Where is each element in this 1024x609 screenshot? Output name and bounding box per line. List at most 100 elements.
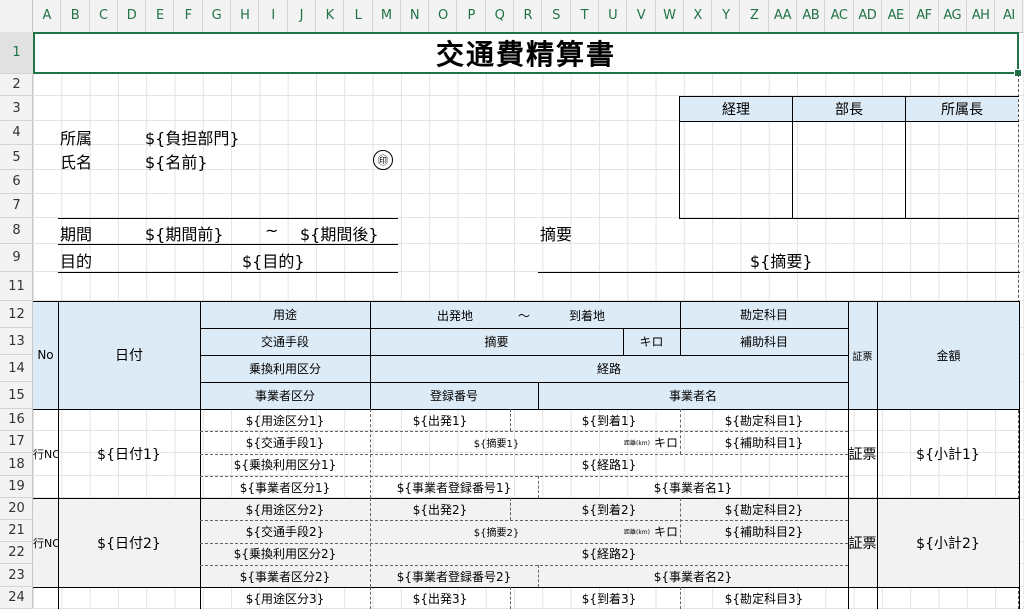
row-header[interactable]: 5 bbox=[0, 145, 33, 170]
column-header[interactable]: N bbox=[401, 0, 430, 32]
arrival-cell: ${到着2} bbox=[581, 502, 637, 517]
transport-cell: ${交通手段2} bbox=[245, 524, 325, 539]
column-header[interactable]: J bbox=[288, 0, 316, 32]
subtotal-cell: ${小計1} bbox=[916, 446, 980, 463]
row-header[interactable]: 18 bbox=[0, 453, 33, 476]
column-header[interactable]: Z bbox=[741, 0, 769, 32]
registration-number-cell: ${事業者登録番号1} bbox=[396, 480, 512, 495]
column-header[interactable]: P bbox=[458, 0, 486, 32]
row-header[interactable]: 12 bbox=[0, 301, 33, 328]
distance-small-label: 距離(km) bbox=[623, 528, 650, 536]
column-header[interactable]: AG bbox=[939, 0, 967, 32]
date-cell: ${日付2} bbox=[97, 535, 161, 552]
row-header[interactable]: 23 bbox=[0, 564, 33, 587]
column-header[interactable]: AB bbox=[797, 0, 826, 32]
transport-cell: ${交通手段1} bbox=[245, 435, 325, 450]
column-header[interactable]: AC bbox=[825, 0, 854, 32]
row-header[interactable]: 16 bbox=[0, 409, 33, 431]
period-tilde: ~ bbox=[265, 221, 279, 240]
column-header[interactable]: G bbox=[203, 0, 232, 32]
period-label: 期間 bbox=[60, 225, 93, 244]
column-header[interactable]: W bbox=[656, 0, 684, 32]
col-subaccount-header: 補助科目 bbox=[739, 335, 788, 349]
column-header[interactable]: E bbox=[146, 0, 175, 32]
column-header[interactable]: D bbox=[118, 0, 147, 32]
column-header[interactable]: T bbox=[571, 0, 599, 32]
column-header[interactable]: A bbox=[33, 0, 62, 32]
usage-cell: ${用途区分3} bbox=[245, 591, 325, 606]
row-header[interactable]: 8 bbox=[0, 218, 33, 244]
column-header[interactable]: B bbox=[61, 0, 90, 32]
column-header[interactable]: F bbox=[175, 0, 203, 32]
row-header[interactable]: 21 bbox=[0, 520, 33, 542]
column-header[interactable]: M bbox=[373, 0, 401, 32]
col-departure-header: 出発地 bbox=[437, 309, 474, 323]
row-header[interactable]: 13 bbox=[0, 328, 33, 355]
column-header[interactable]: O bbox=[429, 0, 458, 32]
column-header[interactable]: AA bbox=[769, 0, 798, 32]
business-type-cell: ${事業者区分2} bbox=[239, 569, 331, 584]
sheet-title[interactable]: 交通費精算書 bbox=[33, 32, 1019, 74]
col-transfer-header: 乗換利用区分 bbox=[248, 362, 321, 376]
row-header[interactable]: 17 bbox=[0, 431, 33, 453]
name-label: 氏名 bbox=[60, 153, 93, 172]
row-header[interactable]: 15 bbox=[0, 382, 33, 409]
row-header[interactable]: 22 bbox=[0, 542, 33, 564]
col-regno-header: 登録番号 bbox=[429, 389, 478, 403]
select-all-corner[interactable] bbox=[0, 0, 33, 32]
column-header[interactable]: X bbox=[684, 0, 713, 32]
col-businesstype-header: 事業者区分 bbox=[254, 389, 315, 403]
column-header[interactable]: C bbox=[90, 0, 118, 32]
business-type-cell: ${事業者区分1} bbox=[239, 480, 331, 495]
row-header[interactable]: 14 bbox=[0, 355, 33, 382]
row-header[interactable]: 9 bbox=[0, 244, 33, 272]
row-header[interactable]: 2 bbox=[0, 74, 33, 96]
column-header[interactable]: S bbox=[542, 0, 571, 32]
row-header[interactable]: 7 bbox=[0, 194, 33, 218]
column-header[interactable]: I bbox=[259, 0, 288, 32]
arrival-cell: ${到着1} bbox=[581, 413, 637, 428]
column-header[interactable]: Q bbox=[486, 0, 515, 32]
row-header[interactable]: 4 bbox=[0, 121, 33, 145]
column-header[interactable]: L bbox=[344, 0, 373, 32]
col-transport-header: 交通手段 bbox=[260, 335, 309, 349]
row-header[interactable]: 6 bbox=[0, 170, 33, 194]
column-header[interactable]: H bbox=[231, 0, 260, 32]
column-header[interactable]: AE bbox=[882, 0, 911, 32]
summary-label: 摘要 bbox=[540, 225, 573, 244]
summary-value: ${摘要} bbox=[750, 252, 813, 271]
column-header[interactable]: U bbox=[599, 0, 628, 32]
account-cell: ${勘定科目1} bbox=[724, 413, 804, 428]
seal-icon: ㊞ bbox=[373, 150, 393, 170]
row-header[interactable]: 19 bbox=[0, 476, 33, 498]
subtotal-cell: ${小計2} bbox=[916, 535, 980, 552]
column-header[interactable]: AD bbox=[854, 0, 882, 32]
row-header[interactable]: 11 bbox=[0, 272, 33, 301]
row-header[interactable]: 1 bbox=[0, 32, 33, 74]
distance-small-label: 距離(km) bbox=[623, 439, 650, 447]
row-header[interactable]: 24 bbox=[0, 587, 33, 609]
usage-cell: ${用途区分2} bbox=[245, 502, 325, 517]
col-account-header: 勘定科目 bbox=[739, 308, 788, 322]
column-header[interactable]: AF bbox=[910, 0, 939, 32]
col-memo-header: 摘要 bbox=[484, 335, 509, 349]
col-no-header: No bbox=[37, 348, 54, 362]
column-header[interactable]: AI bbox=[995, 0, 1024, 32]
row-header[interactable]: 20 bbox=[0, 498, 33, 520]
name-value: ${名前} bbox=[145, 153, 208, 172]
column-header[interactable]: R bbox=[514, 0, 543, 32]
period-start: ${期間前} bbox=[145, 225, 224, 244]
approval-manager-label: 経理 bbox=[680, 97, 792, 121]
column-header[interactable]: V bbox=[627, 0, 656, 32]
row-header[interactable]: 3 bbox=[0, 96, 33, 121]
km-cell: キロ bbox=[653, 524, 678, 539]
column-header[interactable]: Y bbox=[712, 0, 741, 32]
col-route-header: 経路 bbox=[596, 362, 621, 376]
affiliation-label: 所属 bbox=[60, 129, 93, 148]
sub-account-cell: ${補助科目2} bbox=[724, 524, 804, 539]
memo-cell: ${摘要1} bbox=[473, 438, 520, 450]
usage-cell: ${用途区分1} bbox=[245, 413, 325, 428]
column-header[interactable]: K bbox=[316, 0, 345, 32]
column-header[interactable]: AH bbox=[967, 0, 996, 32]
col-receipt-header: 証票 bbox=[852, 351, 873, 363]
